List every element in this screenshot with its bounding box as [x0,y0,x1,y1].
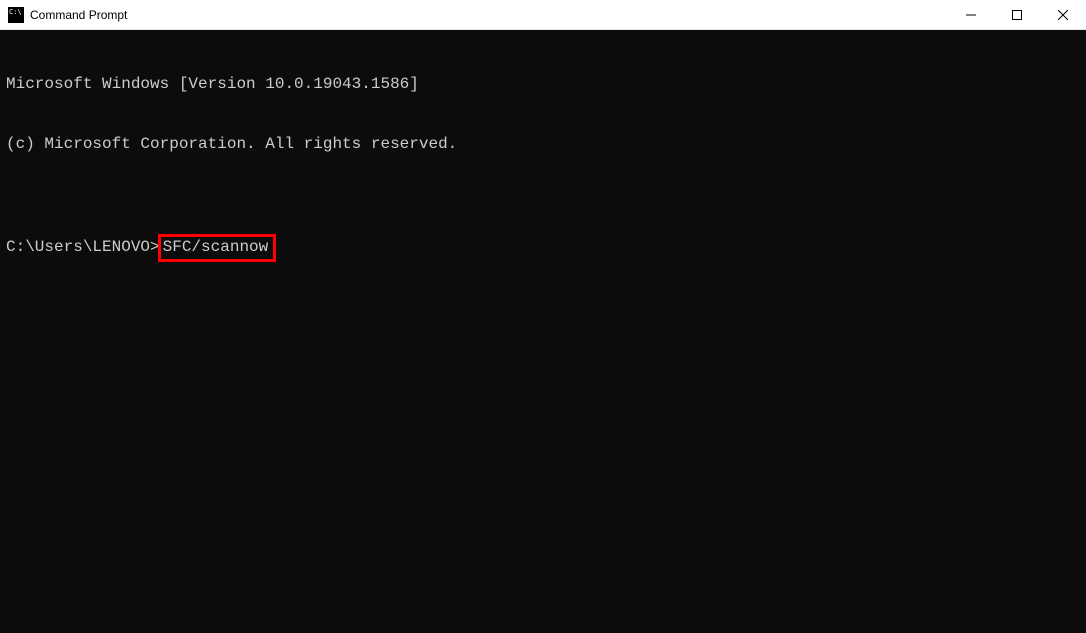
terminal-prompt: C:\Users\LENOVO> [6,237,160,257]
terminal-prompt-line: C:\Users\LENOVO>SFC/scannow [6,234,1080,262]
command-prompt-window: Command Prompt Microsoft Windows [Versio… [0,0,1086,633]
maximize-button[interactable] [994,0,1040,29]
minimize-button[interactable] [948,0,994,29]
window-title: Command Prompt [30,8,948,22]
terminal-output-line: (c) Microsoft Corporation. All rights re… [6,134,1080,154]
terminal-command[interactable]: SFC/scannow [163,238,269,256]
cmd-icon [8,7,24,23]
terminal-area[interactable]: Microsoft Windows [Version 10.0.19043.15… [0,30,1086,633]
titlebar[interactable]: Command Prompt [0,0,1086,30]
command-highlight: SFC/scannow [158,234,277,262]
terminal-output-line: Microsoft Windows [Version 10.0.19043.15… [6,74,1080,94]
window-controls [948,0,1086,29]
close-button[interactable] [1040,0,1086,29]
